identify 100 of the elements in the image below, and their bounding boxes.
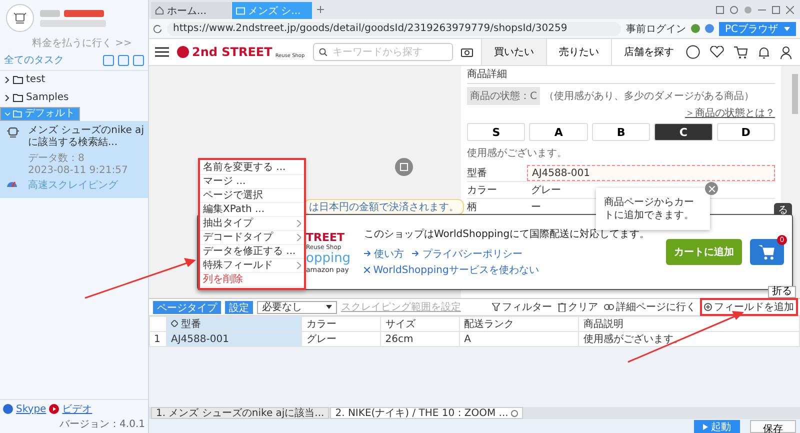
menu-item[interactable]: 抽出タイプ — [200, 217, 304, 231]
condition-note: （使用感があり、多少のダメージがある商品） — [544, 90, 754, 103]
grade-tab[interactable]: D — [716, 123, 776, 141]
image-scan-icon — [395, 158, 413, 176]
menu-item[interactable]: デコードタイプ — [200, 231, 304, 245]
task-tab[interactable]: 1. メンズ シューズのnike ajに該当... — [151, 407, 330, 419]
menu-item[interactable]: 特殊フィールド — [200, 259, 304, 273]
heart-icon[interactable] — [710, 46, 724, 58]
menu-item[interactable]: 編集XPath ... — [200, 203, 304, 217]
add-field-button[interactable]: フィールドを追加 — [702, 300, 796, 314]
spec-value: グレー — [530, 184, 562, 197]
dropdown[interactable]: 必要なし — [257, 300, 337, 314]
table-cell: グレー — [302, 332, 381, 346]
column-header[interactable]: 型番 — [166, 316, 302, 332]
version-label: バージョン：4.0.1 — [60, 418, 145, 431]
grade-tab[interactable]: S — [467, 123, 526, 141]
banner-logo: TREET — [306, 230, 345, 244]
plus-circle-icon — [704, 303, 712, 311]
search-icon — [318, 48, 327, 56]
chevron-icon — [297, 262, 301, 269]
grade-tab[interactable]: C — [654, 123, 713, 141]
blurred-name — [40, 10, 60, 16]
plus-icon[interactable] — [317, 6, 324, 13]
diamond-icon — [171, 320, 178, 327]
grade-tab[interactable]: B — [592, 123, 650, 141]
partner-logo: opping — [306, 250, 351, 266]
banner-link[interactable]: 使い方 — [364, 247, 404, 261]
table-cell: AJ4588-001 — [166, 332, 302, 346]
reload-icon[interactable] — [153, 24, 162, 33]
column-header[interactable]: カラー — [302, 316, 381, 332]
browser-tab[interactable]: ホーム... — [151, 2, 231, 19]
arrow-icon — [412, 250, 420, 257]
logo-icon — [177, 46, 189, 58]
cross-icon — [364, 267, 370, 273]
column-header[interactable]: 配送ランク — [460, 316, 579, 332]
arrow-icon — [364, 250, 371, 257]
url-field[interactable]: https://www.2ndstreet.jp/goods/detail/goodsId/2319263979779/shopsId/30259 — [167, 22, 621, 36]
column-header[interactable]: サイズ — [380, 316, 460, 332]
spec-value: AJ4588-001 — [527, 165, 775, 181]
play-icon — [703, 424, 708, 430]
section-heading: 商品詳細 — [467, 66, 775, 84]
scrollbar-thumb[interactable] — [792, 74, 798, 114]
fold-button[interactable]: 折る — [768, 286, 796, 298]
banner-link[interactable]: WorldShoppingサービスを使わない — [364, 263, 539, 277]
nav-tab[interactable]: 買いたい — [481, 39, 546, 65]
cart-icon — [758, 244, 776, 260]
currency-notice: は日本円の金額で決済されます。 — [304, 199, 464, 215]
video-link[interactable]: ビデオ — [62, 402, 92, 416]
video-icon — [49, 404, 60, 414]
close-tab[interactable]: る — [774, 203, 792, 215]
cart-icon[interactable] — [734, 46, 748, 58]
blurred-badge — [64, 10, 104, 16]
task-tab[interactable]: 2. NIKE(ナイキ) / THE 10 : ZOOM ... — [330, 407, 524, 419]
add-icon[interactable] — [118, 54, 129, 66]
task-title[interactable]: メンズ シューズのnike ajに該当する検索結... — [28, 125, 144, 149]
condition-link[interactable]: ＞商品の状態とは？ — [685, 106, 775, 120]
maximize-icon[interactable] — [772, 6, 780, 14]
chevron-icon[interactable] — [4, 95, 10, 101]
menu-icon[interactable] — [155, 47, 169, 57]
grade-tab[interactable]: A — [529, 123, 588, 141]
caret-icon — [326, 305, 332, 309]
skype-link[interactable]: Skype — [16, 404, 46, 414]
banner-link[interactable]: プライバシーポリシー — [412, 247, 522, 261]
menu-item[interactable]: ページで選択 — [200, 189, 304, 203]
page-icon — [236, 6, 245, 14]
spec-label: 柄 — [467, 200, 478, 214]
folder-item[interactable]: Samples — [0, 89, 148, 107]
toolbar-button[interactable]: 詳細ページに行く — [604, 300, 696, 314]
table-cell: A — [460, 332, 579, 346]
save-button[interactable]: 保存 — [750, 420, 796, 433]
chevron-icon[interactable] — [4, 77, 10, 83]
column-header[interactable]: 商品説明 — [578, 316, 800, 332]
site-logo[interactable]: 2nd STREET — [192, 45, 272, 59]
camera-icon[interactable] — [461, 47, 473, 57]
filter-icon — [492, 303, 500, 311]
menu-item[interactable]: 列を削除 — [200, 273, 304, 287]
task-date: 2023-08-11 9:21:57 — [28, 165, 128, 176]
folder-item[interactable]: test — [0, 71, 148, 89]
bell-icon[interactable] — [758, 46, 770, 58]
menu-item[interactable]: マージ ... — [200, 175, 304, 189]
trash-icon — [558, 302, 566, 312]
spec-label: カラー — [467, 184, 498, 197]
section-title: 全てのタスク — [4, 54, 65, 67]
link-icon — [604, 304, 614, 310]
data-count: データ数：8 — [28, 152, 84, 165]
home-icon — [155, 6, 164, 15]
robot-icon — [6, 125, 20, 139]
login-link[interactable]: 事前ログイン — [626, 22, 686, 36]
toolbar-button[interactable]: クリア — [558, 300, 598, 314]
condition-badge: 商品の状態：C — [467, 87, 540, 105]
export-icon[interactable] — [133, 54, 144, 66]
menu-item[interactable]: 名前を変更する ... — [200, 161, 304, 175]
toolbar-button[interactable]: フィルター — [492, 300, 552, 314]
menu-item[interactable]: データを修正する ... — [200, 245, 304, 259]
caret-icon — [784, 26, 790, 30]
avatar — [6, 4, 34, 32]
person-icon[interactable] — [780, 46, 792, 58]
import-icon[interactable] — [103, 54, 114, 66]
spec-label: 型番 — [467, 166, 488, 180]
spec-value: ー — [530, 201, 542, 214]
